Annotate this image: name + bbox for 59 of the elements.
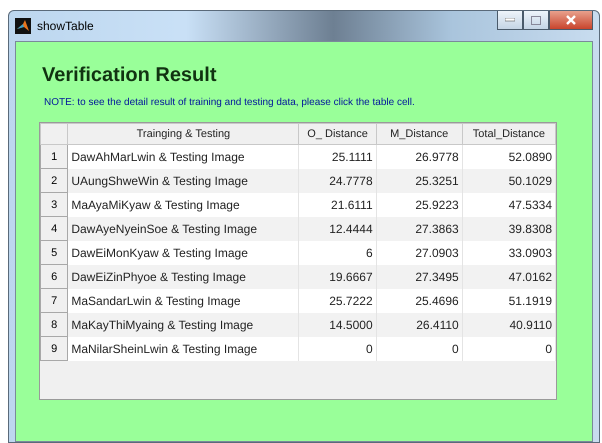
- maximize-button[interactable]: [523, 11, 549, 30]
- table-cell[interactable]: 25.1111: [298, 144, 376, 168]
- table-cell[interactable]: 50.1029: [462, 168, 556, 192]
- table-cell[interactable]: 0: [462, 336, 556, 360]
- column-header[interactable]: M_Distance: [376, 124, 462, 144]
- table-cell[interactable]: MaKayThiMyaing & Testing Image: [68, 312, 299, 336]
- table-cell[interactable]: 19.6667: [298, 264, 376, 288]
- app-icon: [15, 18, 31, 34]
- table-cell[interactable]: MaAyaMiKyaw & Testing Image: [68, 192, 299, 216]
- table-cell[interactable]: 25.7222: [298, 288, 376, 312]
- table-cell[interactable]: DawEiMonKyaw & Testing Image: [68, 240, 299, 264]
- table-cell[interactable]: 27.3863: [376, 216, 462, 240]
- table-cell[interactable]: 47.5334: [462, 192, 556, 216]
- minimize-button[interactable]: [497, 11, 523, 30]
- row-number: 2: [40, 168, 68, 192]
- column-header[interactable]: Trainging & Testing: [68, 124, 299, 144]
- row-number: 4: [40, 216, 68, 240]
- table-cell[interactable]: 27.3495: [376, 264, 462, 288]
- table-cell[interactable]: 51.1919: [462, 288, 556, 312]
- row-number: 1: [40, 144, 68, 168]
- table-cell[interactable]: 25.3251: [376, 168, 462, 192]
- table-cell[interactable]: 21.6111: [298, 192, 376, 216]
- window-title: showTable: [37, 19, 94, 33]
- table-cell[interactable]: 39.8308: [462, 216, 556, 240]
- table-cell[interactable]: 0: [376, 336, 462, 360]
- row-number: 7: [40, 288, 68, 312]
- table-cell[interactable]: 52.0890: [462, 144, 556, 168]
- table-cell[interactable]: 25.9223: [376, 192, 462, 216]
- row-number: 6: [40, 264, 68, 288]
- table-cell[interactable]: 0: [298, 336, 376, 360]
- table-cell[interactable]: 33.0903: [462, 240, 556, 264]
- close-button[interactable]: [549, 11, 593, 30]
- minimize-icon: [505, 18, 515, 22]
- table-cell[interactable]: 40.9110: [462, 312, 556, 336]
- table-cell[interactable]: UAungShweWin & Testing Image: [68, 168, 299, 192]
- table-cell[interactable]: 26.4110: [376, 312, 462, 336]
- table-cell[interactable]: 12.4444: [298, 216, 376, 240]
- row-number: 9: [40, 336, 68, 360]
- row-number: 8: [40, 312, 68, 336]
- table-cell[interactable]: MaNilarSheinLwin & Testing Image: [68, 336, 299, 360]
- note-text: NOTE: to see the detail result of training and testing data, please click the table cell.: [44, 97, 416, 108]
- column-header[interactable]: Total_Distance: [462, 124, 556, 144]
- table-cell[interactable]: 14.5000: [298, 312, 376, 336]
- table-cell[interactable]: 25.4696: [376, 288, 462, 312]
- table-cell[interactable]: 27.0903: [376, 240, 462, 264]
- row-number: 5: [40, 240, 68, 264]
- close-icon: [566, 15, 576, 25]
- heading: Verification Result: [42, 64, 218, 87]
- table-cell[interactable]: DawEiZinPhyoe & Testing Image: [68, 264, 299, 288]
- table-cell[interactable]: DawAhMarLwin & Testing Image: [68, 144, 299, 168]
- table-cell[interactable]: 24.7778: [298, 168, 376, 192]
- row-number: 3: [40, 192, 68, 216]
- table-cell[interactable]: 26.9778: [376, 144, 462, 168]
- table-cell[interactable]: DawAyeNyeinSoe & Testing Image: [68, 216, 299, 240]
- table-cell[interactable]: MaSandarLwin & Testing Image: [68, 288, 299, 312]
- column-header[interactable]: O_ Distance: [298, 124, 376, 144]
- maximize-icon: [531, 16, 541, 24]
- table-cell[interactable]: 47.0162: [462, 264, 556, 288]
- table-cell[interactable]: 6: [298, 240, 376, 264]
